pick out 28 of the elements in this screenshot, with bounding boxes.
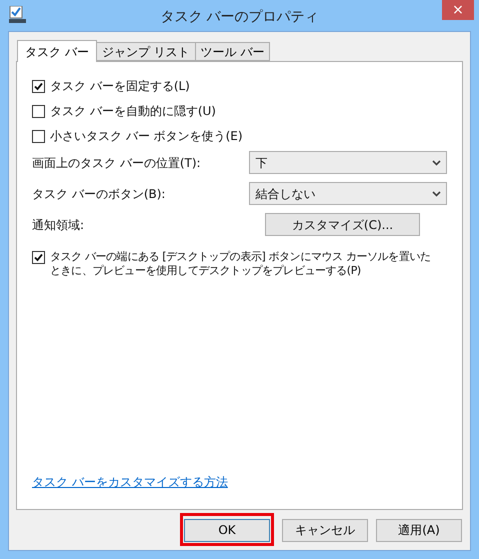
dialog-button[interactable]: 適用(A) xyxy=(376,518,462,542)
checkbox[interactable] xyxy=(32,251,45,264)
field-label: タスク バーのボタン(B): xyxy=(32,186,166,202)
app-icon xyxy=(9,6,26,23)
checkbox-label: タスク バーを自動的に隠す(U) xyxy=(50,104,216,118)
customize-button[interactable]: カスタマイズ(C)... xyxy=(265,213,420,236)
chevron-down-icon xyxy=(432,160,441,166)
tab[interactable]: ツール バー xyxy=(194,42,270,61)
checkbox-label: 小さいタスク バー ボタンを使う(E) xyxy=(50,129,243,143)
checkbox[interactable] xyxy=(32,80,45,93)
close-button[interactable]: × xyxy=(442,0,474,20)
checkbox[interactable] xyxy=(32,130,45,143)
dropdown[interactable]: 結合しない xyxy=(249,182,447,205)
field-label: 画面上のタスク バーの位置(T): xyxy=(32,154,202,172)
tab[interactable]: ジャンプ リスト xyxy=(96,42,196,61)
checkbox[interactable] xyxy=(32,105,45,118)
check-icon xyxy=(34,82,43,91)
dropdown[interactable]: 下 xyxy=(249,151,447,174)
dialog-button[interactable]: キャンセル xyxy=(282,518,368,542)
window-title: タスク バーのプロパティ xyxy=(160,8,319,27)
help-link[interactable]: タスク バーをカスタマイズする方法 xyxy=(32,475,228,489)
tab[interactable]: タスク バー xyxy=(17,40,97,62)
field-label: 通知領域: xyxy=(32,216,86,234)
checkbox-label: タスク バーを固定する(L) xyxy=(50,79,190,93)
checkbox-label: タスク バーの端にある [デスクトップの表示] ボタンにマウス カーソルを置いたときに、プレビューを使用してデスクトップをプレビューする(P) xyxy=(50,250,432,278)
check-icon xyxy=(34,253,43,262)
dialog-button[interactable]: OK xyxy=(184,518,270,542)
chevron-down-icon xyxy=(432,190,441,196)
